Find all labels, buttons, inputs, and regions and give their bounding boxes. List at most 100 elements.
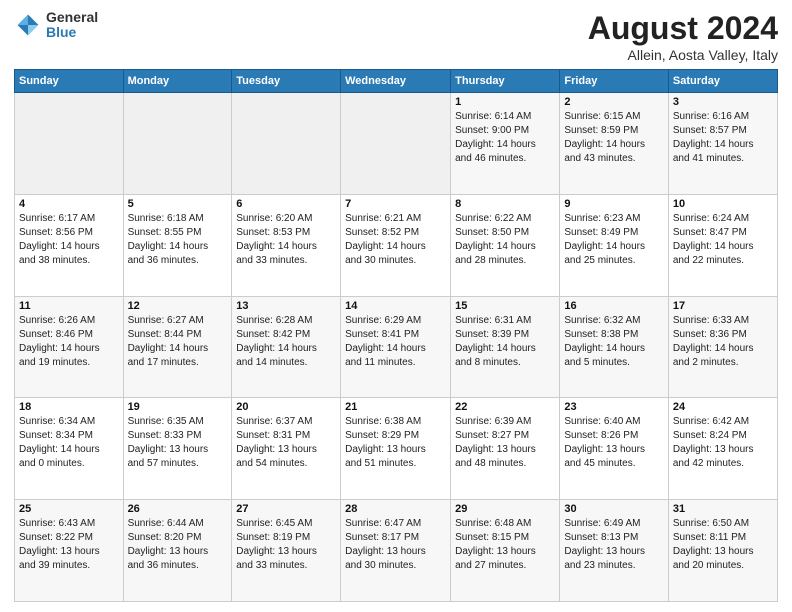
day-info: Sunrise: 6:31 AM Sunset: 8:39 PM Dayligh…: [455, 314, 555, 370]
day-number: 7: [345, 198, 446, 210]
col-thursday: Thursday: [451, 70, 560, 93]
day-number: 16: [564, 300, 664, 312]
day-number: 12: [128, 300, 228, 312]
day-cell: 29 Sunrise: 6:48 AM Sunset: 8:15 PM Dayli…: [451, 500, 560, 602]
day-cell: 26 Sunrise: 6:44 AM Sunset: 8:20 PM Dayli…: [123, 500, 232, 602]
title-block: August 2024 Allein, Aosta Valley, Italy: [588, 10, 778, 63]
day-info: Sunrise: 6:22 AM Sunset: 8:50 PM Dayligh…: [455, 212, 555, 268]
day-info: Sunrise: 6:27 AM Sunset: 8:44 PM Dayligh…: [128, 314, 228, 370]
day-cell: 8 Sunrise: 6:22 AM Sunset: 8:50 PM Daylig…: [451, 194, 560, 296]
header-row: Sunday Monday Tuesday Wednesday Thursday…: [15, 70, 778, 93]
day-cell: [341, 93, 451, 195]
day-number: 30: [564, 503, 664, 515]
day-number: 26: [128, 503, 228, 515]
day-cell: 5 Sunrise: 6:18 AM Sunset: 8:55 PM Daylig…: [123, 194, 232, 296]
page-title: August 2024: [588, 10, 778, 47]
day-cell: 14 Sunrise: 6:29 AM Sunset: 8:41 PM Dayli…: [341, 296, 451, 398]
week-row-4: 18Sunrise: 6:34 AM Sunset: 8:34 PM Dayli…: [15, 398, 778, 500]
week-row-1: 1 Sunrise: 6:14 AM Sunset: 9:00 PM Daylig…: [15, 93, 778, 195]
day-number: 9: [564, 198, 664, 210]
day-number: 13: [236, 300, 336, 312]
day-info: Sunrise: 6:50 AM Sunset: 8:11 PM Dayligh…: [673, 517, 773, 573]
day-cell: 31 Sunrise: 6:50 AM Sunset: 8:11 PM Dayli…: [668, 500, 777, 602]
day-number: 24: [673, 401, 773, 413]
day-number: 5: [128, 198, 228, 210]
day-cell: 17 Sunrise: 6:33 AM Sunset: 8:36 PM Dayli…: [668, 296, 777, 398]
day-cell: 7 Sunrise: 6:21 AM Sunset: 8:52 PM Daylig…: [341, 194, 451, 296]
day-cell: 20Sunrise: 6:37 AM Sunset: 8:31 PM Dayli…: [232, 398, 341, 500]
day-cell: 25 Sunrise: 6:43 AM Sunset: 8:22 PM Dayli…: [15, 500, 124, 602]
day-cell: 19 Sunrise: 6:35 AM Sunset: 8:33 PM Dayli…: [123, 398, 232, 500]
day-info: Sunrise: 6:38 AM Sunset: 8:29 PM Dayligh…: [345, 415, 446, 471]
day-cell: 15 Sunrise: 6:31 AM Sunset: 8:39 PM Dayli…: [451, 296, 560, 398]
day-cell: 28Sunrise: 6:47 AM Sunset: 8:17 PM Dayli…: [341, 500, 451, 602]
page-subtitle: Allein, Aosta Valley, Italy: [588, 47, 778, 63]
day-cell: 3Sunrise: 6:16 AM Sunset: 8:57 PM Daylig…: [668, 93, 777, 195]
day-number: 27: [236, 503, 336, 515]
day-cell: 13Sunrise: 6:28 AM Sunset: 8:42 PM Dayli…: [232, 296, 341, 398]
logo-general-text: General: [46, 10, 98, 25]
week-row-2: 4 Sunrise: 6:17 AM Sunset: 8:56 PM Daylig…: [15, 194, 778, 296]
col-monday: Monday: [123, 70, 232, 93]
day-number: 29: [455, 503, 555, 515]
day-info: Sunrise: 6:20 AM Sunset: 8:53 PM Dayligh…: [236, 212, 336, 268]
day-number: 22: [455, 401, 555, 413]
day-info: Sunrise: 6:34 AM Sunset: 8:34 PM Dayligh…: [19, 415, 119, 471]
day-cell: 24Sunrise: 6:42 AM Sunset: 8:24 PM Dayli…: [668, 398, 777, 500]
day-info: Sunrise: 6:47 AM Sunset: 8:17 PM Dayligh…: [345, 517, 446, 573]
logo: General Blue: [14, 10, 98, 41]
day-info: Sunrise: 6:18 AM Sunset: 8:55 PM Dayligh…: [128, 212, 228, 268]
day-info: Sunrise: 6:33 AM Sunset: 8:36 PM Dayligh…: [673, 314, 773, 370]
day-number: 1: [455, 96, 555, 108]
day-cell: 18Sunrise: 6:34 AM Sunset: 8:34 PM Dayli…: [15, 398, 124, 500]
page: General Blue August 2024 Allein, Aosta V…: [0, 0, 792, 612]
day-cell: [123, 93, 232, 195]
col-wednesday: Wednesday: [341, 70, 451, 93]
day-info: Sunrise: 6:15 AM Sunset: 8:59 PM Dayligh…: [564, 110, 664, 166]
calendar-body: 1 Sunrise: 6:14 AM Sunset: 9:00 PM Daylig…: [15, 93, 778, 602]
day-number: 17: [673, 300, 773, 312]
day-info: Sunrise: 6:43 AM Sunset: 8:22 PM Dayligh…: [19, 517, 119, 573]
day-cell: 6 Sunrise: 6:20 AM Sunset: 8:53 PM Daylig…: [232, 194, 341, 296]
week-row-3: 11Sunrise: 6:26 AM Sunset: 8:46 PM Dayli…: [15, 296, 778, 398]
day-cell: 4 Sunrise: 6:17 AM Sunset: 8:56 PM Daylig…: [15, 194, 124, 296]
logo-blue-text: Blue: [46, 25, 98, 40]
day-info: Sunrise: 6:49 AM Sunset: 8:13 PM Dayligh…: [564, 517, 664, 573]
day-number: 8: [455, 198, 555, 210]
logo-icon: [14, 11, 42, 39]
day-number: 25: [19, 503, 119, 515]
day-info: Sunrise: 6:48 AM Sunset: 8:15 PM Dayligh…: [455, 517, 555, 573]
day-cell: 10 Sunrise: 6:24 AM Sunset: 8:47 PM Dayli…: [668, 194, 777, 296]
day-number: 2: [564, 96, 664, 108]
day-info: Sunrise: 6:29 AM Sunset: 8:41 PM Dayligh…: [345, 314, 446, 370]
day-info: Sunrise: 6:24 AM Sunset: 8:47 PM Dayligh…: [673, 212, 773, 268]
day-number: 31: [673, 503, 773, 515]
day-cell: [15, 93, 124, 195]
day-info: Sunrise: 6:17 AM Sunset: 8:56 PM Dayligh…: [19, 212, 119, 268]
day-info: Sunrise: 6:26 AM Sunset: 8:46 PM Dayligh…: [19, 314, 119, 370]
day-number: 19: [128, 401, 228, 413]
day-info: Sunrise: 6:32 AM Sunset: 8:38 PM Dayligh…: [564, 314, 664, 370]
day-cell: 11Sunrise: 6:26 AM Sunset: 8:46 PM Dayli…: [15, 296, 124, 398]
day-number: 10: [673, 198, 773, 210]
day-number: 15: [455, 300, 555, 312]
day-number: 4: [19, 198, 119, 210]
day-number: 6: [236, 198, 336, 210]
day-info: Sunrise: 6:21 AM Sunset: 8:52 PM Dayligh…: [345, 212, 446, 268]
header: General Blue August 2024 Allein, Aosta V…: [14, 10, 778, 63]
day-number: 20: [236, 401, 336, 413]
day-info: Sunrise: 6:44 AM Sunset: 8:20 PM Dayligh…: [128, 517, 228, 573]
day-info: Sunrise: 6:23 AM Sunset: 8:49 PM Dayligh…: [564, 212, 664, 268]
day-cell: 1 Sunrise: 6:14 AM Sunset: 9:00 PM Daylig…: [451, 93, 560, 195]
day-info: Sunrise: 6:16 AM Sunset: 8:57 PM Dayligh…: [673, 110, 773, 166]
day-number: 21: [345, 401, 446, 413]
day-info: Sunrise: 6:35 AM Sunset: 8:33 PM Dayligh…: [128, 415, 228, 471]
day-cell: 22Sunrise: 6:39 AM Sunset: 8:27 PM Dayli…: [451, 398, 560, 500]
day-cell: 21 Sunrise: 6:38 AM Sunset: 8:29 PM Dayli…: [341, 398, 451, 500]
day-cell: 9 Sunrise: 6:23 AM Sunset: 8:49 PM Daylig…: [560, 194, 669, 296]
day-number: 14: [345, 300, 446, 312]
day-info: Sunrise: 6:14 AM Sunset: 9:00 PM Dayligh…: [455, 110, 555, 166]
day-cell: 27Sunrise: 6:45 AM Sunset: 8:19 PM Dayli…: [232, 500, 341, 602]
day-cell: 16 Sunrise: 6:32 AM Sunset: 8:38 PM Dayli…: [560, 296, 669, 398]
day-cell: [232, 93, 341, 195]
